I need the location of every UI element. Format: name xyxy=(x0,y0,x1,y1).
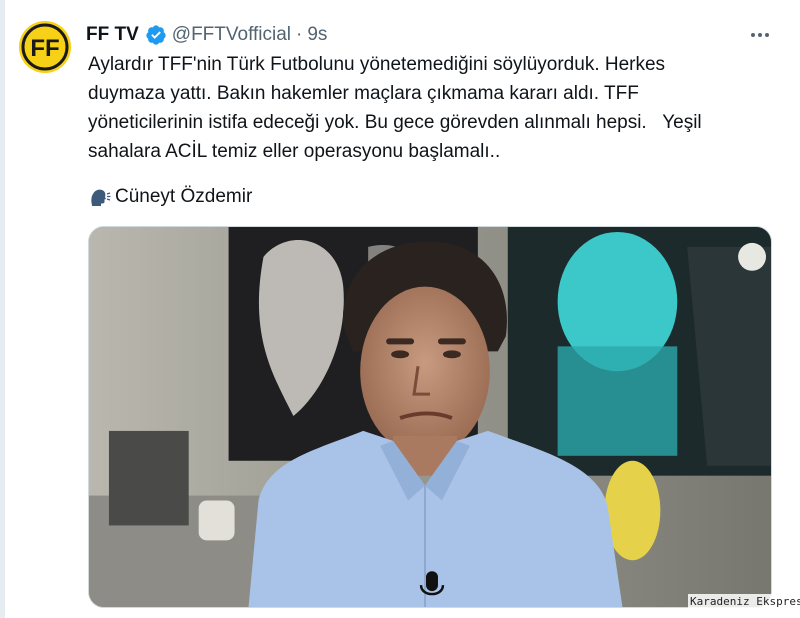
tweet-text-line: yöneticilerinin istifa edeceği yok. Bu g… xyxy=(88,112,702,133)
tweet-header: FF TV @FFTVofficial · 9s xyxy=(86,22,327,48)
tweet-card[interactable]: FF FF TV @FFTVofficial · 9s Aylardır TFF… xyxy=(0,0,800,618)
logo-letters: FF xyxy=(30,35,59,62)
speaker-name: Cüneyt Özdemir xyxy=(115,186,253,207)
speaking-head-icon xyxy=(88,185,112,209)
separator-dot: · xyxy=(296,24,303,45)
video-thumbnail[interactable] xyxy=(88,226,772,608)
verified-badge-icon xyxy=(145,24,167,46)
tweet-time[interactable]: 9s xyxy=(307,24,327,46)
tweet-text: Aylardır TFF'nin Türk Futbolunu yöneteme… xyxy=(88,50,778,166)
watermark: Karadeniz Ekspres xyxy=(688,594,800,609)
author-handle[interactable]: @FFTVofficial xyxy=(172,24,291,46)
more-options-icon[interactable] xyxy=(746,24,774,46)
video-frame-image xyxy=(89,227,771,607)
avatar[interactable]: FF xyxy=(19,21,71,73)
tweet-text-line: duymaza yattı. Bakın hakemler maçlara çı… xyxy=(88,83,639,104)
tweet-text-line: Aylardır TFF'nin Türk Futbolunu yöneteme… xyxy=(88,54,666,75)
tweet-text-line: sahalara ACİL temiz eller operasyonu baş… xyxy=(88,141,501,162)
author-name[interactable]: FF TV xyxy=(86,24,139,46)
speaker-line: Cüneyt Özdemir xyxy=(88,182,252,211)
ff-logo-icon: FF xyxy=(19,21,71,73)
